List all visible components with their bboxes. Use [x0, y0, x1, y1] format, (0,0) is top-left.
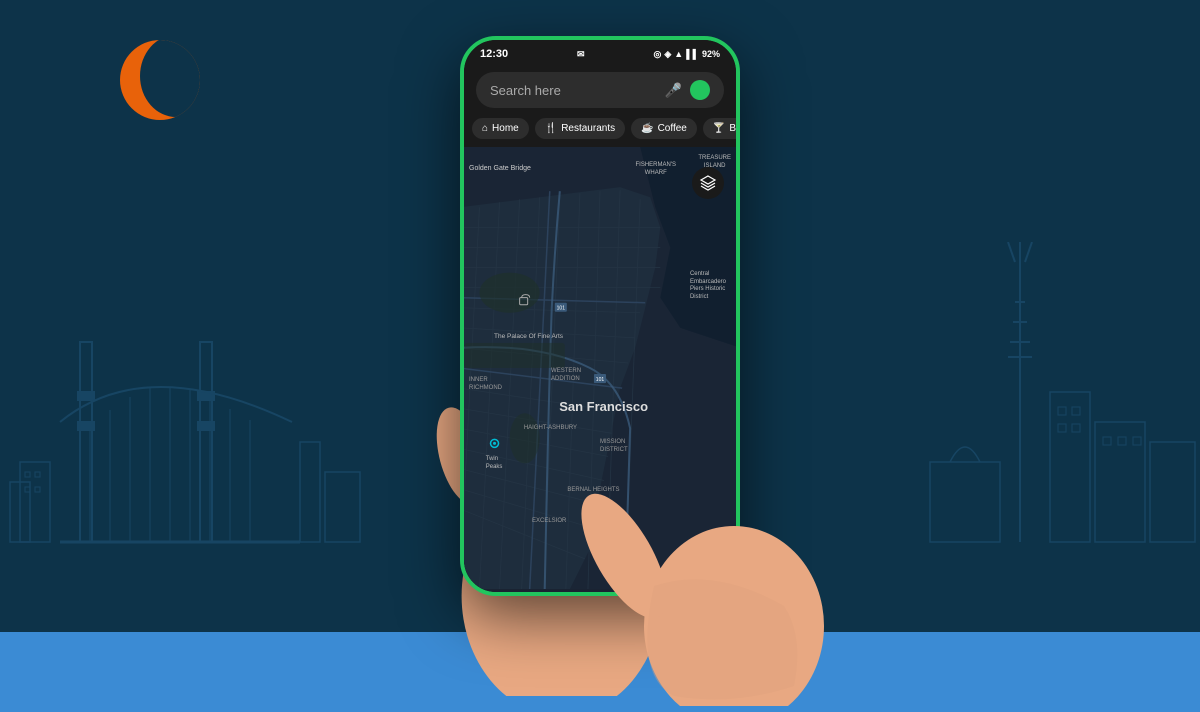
chip-bar-label: B — [729, 123, 736, 134]
bar-chip-icon: 🍸 — [713, 123, 725, 134]
search-placeholder: Search here — [490, 83, 665, 98]
map-label-western-addition: WESTERNADDITION — [551, 368, 581, 384]
moon-crescent — [120, 40, 200, 120]
map-label-inner-richmond: INNERRICHMOND — [469, 377, 502, 393]
chip-coffee-label: Coffee — [658, 123, 687, 134]
profile-dot[interactable] — [690, 80, 710, 100]
search-area: Search here 🎤 — [464, 64, 736, 118]
location-icon: ◎ — [654, 49, 662, 60]
layers-button[interactable] — [692, 167, 724, 199]
wifi-icon: ▲ — [674, 49, 683, 59]
hand-front — [534, 406, 834, 706]
chip-home[interactable]: ⌂ Home — [472, 118, 529, 139]
status-bar: 12:30 ✉ ◎ ◈ ▲ ▌▌ 92% — [464, 40, 736, 64]
status-time: 12:30 — [480, 48, 508, 60]
search-icons: 🎤 — [665, 80, 710, 100]
map-label-palace: The Palace Of Fine Arts — [494, 333, 563, 340]
accessibility-icon: ◈ — [664, 49, 671, 60]
coffee-chip-icon: ☕ — [641, 123, 653, 134]
chip-bar[interactable]: 🍸 B — [703, 118, 736, 139]
svg-text:101: 101 — [557, 306, 566, 312]
search-bar[interactable]: Search here 🎤 — [476, 72, 724, 108]
battery-text: 92% — [702, 49, 720, 59]
chip-restaurants[interactable]: 🍴 Restaurants — [535, 118, 625, 139]
chip-coffee[interactable]: ☕ Coffee — [631, 118, 697, 139]
map-label-fishermans-wharf: FISHERMAN'SWHARF — [636, 162, 676, 178]
chip-restaurants-label: Restaurants — [561, 123, 615, 134]
svg-text:101: 101 — [596, 377, 605, 383]
golden-gate-bridge — [0, 262, 380, 642]
status-email-icon: ✉ — [577, 49, 585, 60]
chips-area: ⌂ Home 🍴 Restaurants ☕ Coffee 🍸 B — [464, 118, 736, 147]
city-skyline-right — [900, 242, 1200, 642]
chip-home-label: Home — [492, 123, 519, 134]
signal-icon: ▌▌ — [686, 49, 699, 59]
phone-scene: 12:30 ✉ ◎ ◈ ▲ ▌▌ 92% Search here 🎤 — [360, 16, 840, 696]
home-chip-icon: ⌂ — [482, 123, 488, 134]
moon — [120, 40, 200, 120]
map-label-embarcadero: CentralEmbarcaderoPiers HistoricDistrict — [690, 271, 726, 302]
microphone-icon[interactable]: 🎤 — [665, 82, 682, 99]
map-label-twin-peaks: TwinPeaks — [486, 456, 503, 472]
map-label-golden-gate: Golden Gate Bridge — [469, 165, 531, 172]
status-icons: ◎ ◈ ▲ ▌▌ 92% — [654, 49, 720, 60]
restaurants-chip-icon: 🍴 — [545, 123, 557, 134]
